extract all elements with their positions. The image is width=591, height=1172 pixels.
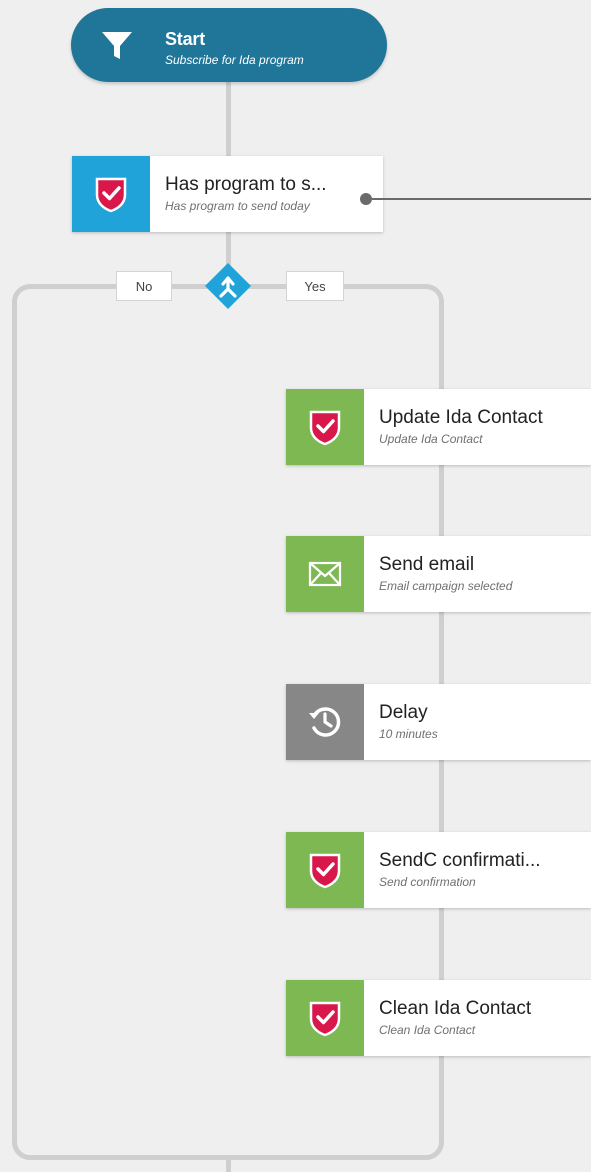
node-subtitle: Send confirmation <box>379 875 476 889</box>
start-subtitle: Subscribe for Ida program <box>165 53 304 67</box>
node-subtitle: 10 minutes <box>379 727 438 741</box>
node-subtitle: Email campaign selected <box>379 579 513 593</box>
shield-check-icon <box>309 1001 341 1037</box>
node-title: Send email <box>379 554 475 575</box>
node-subtitle: Clean Ida Contact <box>379 1023 476 1037</box>
split-arrows-icon[interactable] <box>204 262 252 310</box>
action-node-clean-ida-contact[interactable]: Clean Ida Contact Clean Ida Contact <box>286 980 591 1056</box>
action-icon-tile <box>286 389 364 465</box>
funnel-icon <box>102 32 132 59</box>
condition-node[interactable]: Has program to s... Has program to send … <box>72 156 383 232</box>
wire-start-to-condition <box>226 82 231 156</box>
node-title: Update Ida Contact <box>379 407 543 428</box>
wire-exit <box>226 1155 231 1172</box>
condition-subtitle: Has program to send today <box>165 199 310 213</box>
shield-check-icon <box>95 177 127 213</box>
condition-icon-tile <box>72 156 150 232</box>
shield-check-icon <box>309 853 341 889</box>
delay-icon-tile <box>286 684 364 760</box>
start-node[interactable]: Start Subscribe for Ida program <box>71 8 387 82</box>
shield-check-icon <box>309 410 341 446</box>
connection-line <box>372 198 591 200</box>
envelope-icon <box>308 561 342 587</box>
node-title: SendC confirmati... <box>379 850 541 871</box>
node-title: Delay <box>379 702 428 723</box>
action-node-update-ida-contact[interactable]: Update Ida Contact Update Ida Contact <box>286 389 591 465</box>
node-subtitle: Update Ida Contact <box>379 432 483 446</box>
node-title: Clean Ida Contact <box>379 998 532 1019</box>
wire-condition-to-split <box>226 232 231 266</box>
branch-yes-label[interactable]: Yes <box>286 271 344 301</box>
action-node-send-email[interactable]: Send email Email campaign selected <box>286 536 591 612</box>
action-icon-tile <box>286 832 364 908</box>
delay-node[interactable]: Delay 10 minutes <box>286 684 591 760</box>
clock-history-icon <box>309 707 341 737</box>
action-node-send-confirmation[interactable]: SendC confirmati... Send confirmation <box>286 832 591 908</box>
connection-handle[interactable] <box>360 193 372 205</box>
branch-no-label[interactable]: No <box>116 271 172 301</box>
start-title: Start <box>165 29 206 49</box>
condition-title: Has program to s... <box>165 174 327 195</box>
action-icon-tile <box>286 980 364 1056</box>
action-icon-tile <box>286 536 364 612</box>
